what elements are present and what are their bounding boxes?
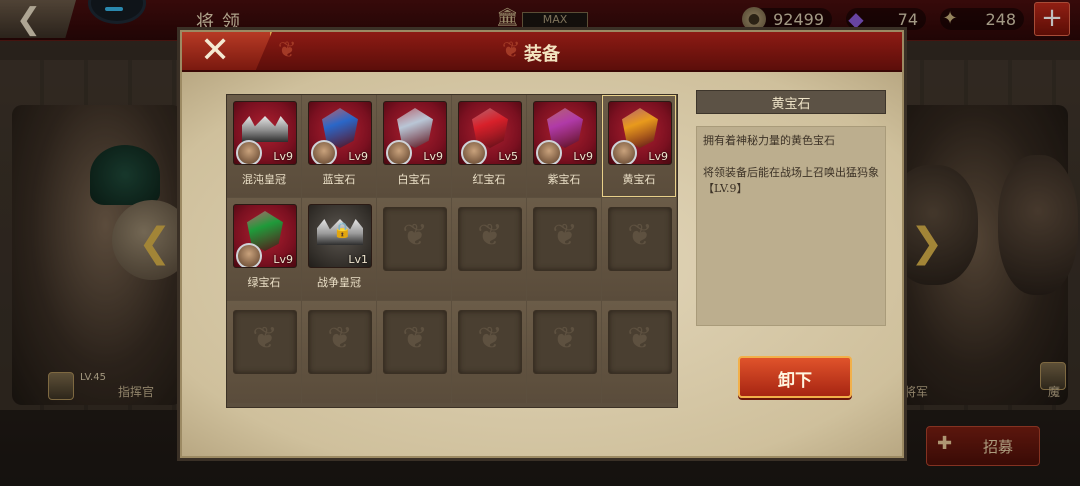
empty-slot: ❦	[602, 301, 676, 403]
item-icon-frame: Lv5	[458, 101, 522, 165]
item-level: Lv1	[348, 253, 368, 266]
equipment-grid: Lv9 混沌皇冠 Lv9 蓝宝石 Lv9 白宝石 Lv5 红宝石 Lv9 紫宝石 Lv9 黄宝石 Lv9…	[226, 94, 678, 408]
laurel-icon: ❦	[627, 218, 653, 253]
laurel-icon: ❦	[402, 218, 428, 253]
detail-title: 黄宝石	[771, 97, 811, 112]
equipment-slot[interactable]: Lv9 黄宝石	[602, 95, 676, 197]
item-level: Lv5	[498, 150, 518, 163]
dialog-header: ❦ ❦ 装备	[182, 32, 902, 72]
empty-slot-frame: ❦	[383, 207, 447, 271]
empty-slot-frame: ❦	[458, 207, 522, 271]
item-name: 蓝宝石	[322, 173, 356, 186]
dialog-title: 装备	[524, 44, 560, 65]
hero-avatar	[386, 140, 412, 164]
item-name: 红宝石	[472, 173, 506, 186]
equipment-dialog: ❦ ❦ 装备 ✕ Lv9 混沌皇冠 Lv9 蓝宝石 Lv9 白宝石 Lv5 红宝石 Lv9 紫宝石…	[180, 30, 904, 458]
item-level: Lv9	[573, 150, 593, 163]
hero-avatar	[461, 140, 487, 164]
equipment-slot[interactable]: 🔒 Lv1 战争皇冠	[302, 198, 376, 300]
empty-slot: ❦	[227, 301, 301, 403]
item-name: 黄宝石	[622, 173, 656, 186]
empty-slot: ❦	[302, 301, 376, 403]
empty-slot: ❦	[377, 198, 451, 300]
empty-slot-frame: ❦	[533, 310, 597, 374]
item-effect: 将领装备后能在战场上召唤出猛犸象【LV.9】	[703, 166, 879, 195]
empty-slot: ❦	[527, 198, 601, 300]
item-description: 拥有着神秘力量的黄色宝石	[703, 134, 835, 147]
laurel-icon: ❦	[402, 321, 428, 356]
item-name: 战争皇冠	[317, 276, 361, 289]
item-icon-frame: Lv9	[533, 101, 597, 165]
detail-panel: 拥有着神秘力量的黄色宝石 将领装备后能在战场上召唤出猛犸象【LV.9】	[696, 126, 886, 326]
crown-icon	[242, 116, 288, 142]
equipment-slot[interactable]: Lv9 白宝石	[377, 95, 451, 197]
equipment-slot[interactable]: Lv5 红宝石	[452, 95, 526, 197]
item-icon-frame: Lv9	[608, 101, 672, 165]
item-icon-frame: 🔒 Lv1	[308, 204, 372, 268]
equipment-slot[interactable]: Lv9 紫宝石	[527, 95, 601, 197]
lock-icon: 🔒	[333, 221, 352, 239]
item-level: Lv9	[273, 253, 293, 266]
detail-title-bar: 黄宝石	[696, 90, 886, 114]
empty-slot: ❦	[527, 301, 601, 403]
laurel-icon: ❦	[477, 218, 503, 253]
unequip-button[interactable]: 卸下	[738, 356, 852, 398]
equipment-slot[interactable]: Lv9 蓝宝石	[302, 95, 376, 197]
hero-avatar	[311, 140, 337, 164]
laurel-icon: ❦	[552, 321, 578, 356]
empty-slot: ❦	[377, 301, 451, 403]
item-level: Lv9	[423, 150, 443, 163]
laurel-icon: ❦	[252, 321, 278, 356]
hero-avatar	[611, 140, 637, 164]
item-name: 紫宝石	[547, 173, 581, 186]
item-level: Lv9	[273, 150, 293, 163]
item-name: 白宝石	[397, 173, 431, 186]
item-icon-frame: Lv9	[308, 101, 372, 165]
empty-slot-frame: ❦	[608, 207, 672, 271]
empty-slot-frame: ❦	[458, 310, 522, 374]
hero-avatar	[236, 243, 262, 267]
empty-slot-frame: ❦	[308, 310, 372, 374]
item-icon-frame: Lv9	[233, 204, 297, 268]
close-icon: ✕	[200, 30, 231, 71]
item-name: 绿宝石	[247, 276, 281, 289]
empty-slot-frame: ❦	[383, 310, 447, 374]
empty-slot-frame: ❦	[233, 310, 297, 374]
item-name: 混沌皇冠	[242, 173, 286, 186]
empty-slot-frame: ❦	[533, 207, 597, 271]
hero-avatar	[236, 140, 262, 164]
item-icon-frame: Lv9	[383, 101, 447, 165]
empty-slot: ❦	[602, 198, 676, 300]
laurel-icon: ❦	[552, 218, 578, 253]
hero-avatar	[536, 140, 562, 164]
laurel-icon: ❦	[327, 321, 353, 356]
item-icon-frame: Lv9	[233, 101, 297, 165]
equipment-slot[interactable]: Lv9 混沌皇冠	[227, 95, 301, 197]
equipment-slot[interactable]: Lv9 绿宝石	[227, 198, 301, 300]
item-level: Lv9	[348, 150, 368, 163]
item-level: Lv9	[648, 150, 668, 163]
laurel-icon: ❦	[627, 321, 653, 356]
empty-slot: ❦	[452, 301, 526, 403]
laurel-icon: ❦	[477, 321, 503, 356]
empty-slot: ❦	[452, 198, 526, 300]
unequip-label: 卸下	[778, 371, 812, 391]
empty-slot-frame: ❦	[608, 310, 672, 374]
